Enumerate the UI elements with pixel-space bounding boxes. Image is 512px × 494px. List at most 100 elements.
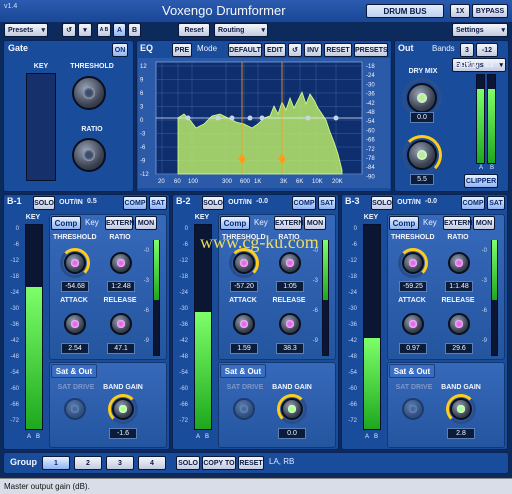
ratio-value[interactable]: 1:2.48 bbox=[107, 281, 135, 292]
band-gain-value[interactable]: -1.6 bbox=[109, 428, 137, 439]
band-sat-toggle[interactable]: SAT bbox=[318, 196, 336, 210]
group-4-button[interactable]: 4 bbox=[138, 456, 166, 470]
eq-mode-default-button[interactable]: DEFAULT bbox=[228, 43, 262, 57]
eq-presets-button[interactable]: PRESETS bbox=[354, 43, 388, 57]
eq-reset-button[interactable]: RESET bbox=[324, 43, 352, 57]
band-sat-toggle[interactable]: SAT bbox=[487, 196, 505, 210]
band-gain-knob[interactable] bbox=[450, 398, 472, 420]
sat-drive-knob[interactable] bbox=[233, 398, 255, 420]
attack-value[interactable]: 0.97 bbox=[399, 343, 427, 354]
eq-pre-button[interactable]: PRE bbox=[172, 43, 192, 57]
ratio-value[interactable]: 1:1.48 bbox=[445, 281, 473, 292]
band-gain-knob[interactable] bbox=[281, 398, 303, 420]
threshold-value[interactable]: -57.20 bbox=[230, 281, 258, 292]
input-scale-tick: -66 bbox=[348, 402, 357, 408]
band-gain-value[interactable]: 0.0 bbox=[278, 428, 306, 439]
attack-label: ATTACK bbox=[60, 297, 88, 304]
bypass-button[interactable]: BYPASS bbox=[472, 4, 508, 18]
sat-out-tab[interactable]: Sat & Out bbox=[220, 364, 266, 378]
group-1-button[interactable]: 1 bbox=[42, 456, 70, 470]
presets-menu[interactable]: Presets ▾ bbox=[4, 23, 48, 37]
routing-menu[interactable]: Routing ▾ bbox=[214, 23, 268, 37]
preset-name-display[interactable]: DRUM BUS bbox=[366, 4, 444, 18]
sat-drive-knob[interactable] bbox=[402, 398, 424, 420]
copy-ab-button[interactable]: A B bbox=[97, 23, 111, 37]
eq-freq-tick: 60 bbox=[174, 179, 181, 185]
comp-tab[interactable]: Comp bbox=[389, 216, 419, 230]
group-3-button[interactable]: 3 bbox=[106, 456, 134, 470]
dry-mix-value[interactable]: 0.0 bbox=[410, 112, 434, 123]
mon-button[interactable]: MON bbox=[473, 216, 495, 230]
comp-tab[interactable]: Comp bbox=[220, 216, 250, 230]
release-value[interactable]: 47.1 bbox=[107, 343, 135, 354]
gate-threshold-knob[interactable] bbox=[72, 76, 106, 110]
extern-button[interactable]: EXTERN bbox=[443, 216, 472, 230]
release-knob[interactable] bbox=[448, 313, 470, 335]
eq-undo-button[interactable]: ↺ bbox=[288, 43, 302, 57]
eq-graph[interactable]: 129630-3-6-9-12 -18-24-30-36-42-48-54-60… bbox=[138, 58, 390, 188]
ratio-knob[interactable] bbox=[110, 252, 132, 274]
settings-menu[interactable]: Settings ▾ bbox=[452, 23, 508, 37]
release-knob[interactable] bbox=[110, 313, 132, 335]
mon-button[interactable]: MON bbox=[135, 216, 157, 230]
group-reset-button[interactable]: RESET bbox=[238, 456, 264, 470]
clipper-button[interactable]: CLIPPER bbox=[464, 174, 498, 188]
threshold-value[interactable]: -54.68 bbox=[61, 281, 89, 292]
band-comp-toggle[interactable]: COMP bbox=[461, 196, 485, 210]
eq-level-tick: -36 bbox=[366, 92, 375, 98]
threshold-knob[interactable] bbox=[402, 252, 424, 274]
oversampling-button[interactable]: 1X bbox=[450, 4, 470, 18]
reset-button[interactable]: Reset bbox=[178, 23, 210, 37]
attack-knob[interactable] bbox=[233, 313, 255, 335]
ratio-knob[interactable] bbox=[448, 252, 470, 274]
mon-button[interactable]: MON bbox=[304, 216, 326, 230]
band-gain-knob[interactable] bbox=[112, 398, 134, 420]
extern-button[interactable]: EXTERN bbox=[105, 216, 134, 230]
dry-mix-knob[interactable] bbox=[407, 83, 437, 113]
group-solo-button[interactable]: SOLO bbox=[176, 456, 200, 470]
release-value[interactable]: 29.6 bbox=[445, 343, 473, 354]
band-sat-toggle[interactable]: SAT bbox=[149, 196, 167, 210]
state-b-button[interactable]: B bbox=[128, 23, 141, 37]
ratio-knob[interactable] bbox=[279, 252, 301, 274]
input-scale-tick: -12 bbox=[10, 258, 19, 264]
gr-scale-tick: -6 bbox=[481, 308, 487, 314]
attack-label: ATTACK bbox=[398, 297, 426, 304]
sat-out-tab[interactable]: Sat & Out bbox=[389, 364, 435, 378]
eq-level-tick: -42 bbox=[366, 101, 375, 107]
band-solo-button[interactable]: SOLO bbox=[33, 196, 55, 210]
eq-edit-button[interactable]: EDIT bbox=[264, 43, 286, 57]
threshold-knob[interactable] bbox=[64, 252, 86, 274]
gate-ratio-knob[interactable] bbox=[72, 138, 106, 172]
extern-button[interactable]: EXTERN bbox=[274, 216, 303, 230]
gate-on-button[interactable]: ON bbox=[112, 43, 128, 57]
band-comp-toggle[interactable]: COMP bbox=[292, 196, 316, 210]
attack-value[interactable]: 1.59 bbox=[230, 343, 258, 354]
band-gain-value[interactable]: 2.8 bbox=[447, 428, 475, 439]
release-knob[interactable] bbox=[279, 313, 301, 335]
undo-button[interactable]: ↺ bbox=[62, 23, 76, 37]
output-gain-value[interactable]: 5.5 bbox=[410, 174, 434, 185]
bands-slope-button[interactable]: -12 bbox=[476, 43, 498, 57]
comp-tab[interactable]: Comp bbox=[51, 216, 81, 230]
band-solo-button[interactable]: SOLO bbox=[202, 196, 224, 210]
attack-knob[interactable] bbox=[64, 313, 86, 335]
eq-inv-button[interactable]: INV bbox=[304, 43, 322, 57]
bands-count-button[interactable]: 3 bbox=[460, 43, 474, 57]
output-gain-knob[interactable] bbox=[407, 140, 437, 170]
band-comp-toggle[interactable]: COMP bbox=[123, 196, 147, 210]
attack-value[interactable]: 2.54 bbox=[61, 343, 89, 354]
state-a-button[interactable]: A bbox=[113, 23, 126, 37]
release-value[interactable]: 38.3 bbox=[276, 343, 304, 354]
sat-drive-knob[interactable] bbox=[64, 398, 86, 420]
threshold-knob[interactable] bbox=[233, 252, 255, 274]
group-copy-to-button[interactable]: COPY TO bbox=[202, 456, 236, 470]
attack-knob[interactable] bbox=[402, 313, 424, 335]
group-2-button[interactable]: 2 bbox=[74, 456, 102, 470]
redo-dropdown[interactable]: ▾ bbox=[78, 23, 92, 37]
chevron-down-icon: ▾ bbox=[261, 27, 265, 34]
ratio-value[interactable]: 1:05 bbox=[276, 281, 304, 292]
threshold-value[interactable]: -59.25 bbox=[399, 281, 427, 292]
sat-out-tab[interactable]: Sat & Out bbox=[51, 364, 97, 378]
band-solo-button[interactable]: SOLO bbox=[371, 196, 393, 210]
